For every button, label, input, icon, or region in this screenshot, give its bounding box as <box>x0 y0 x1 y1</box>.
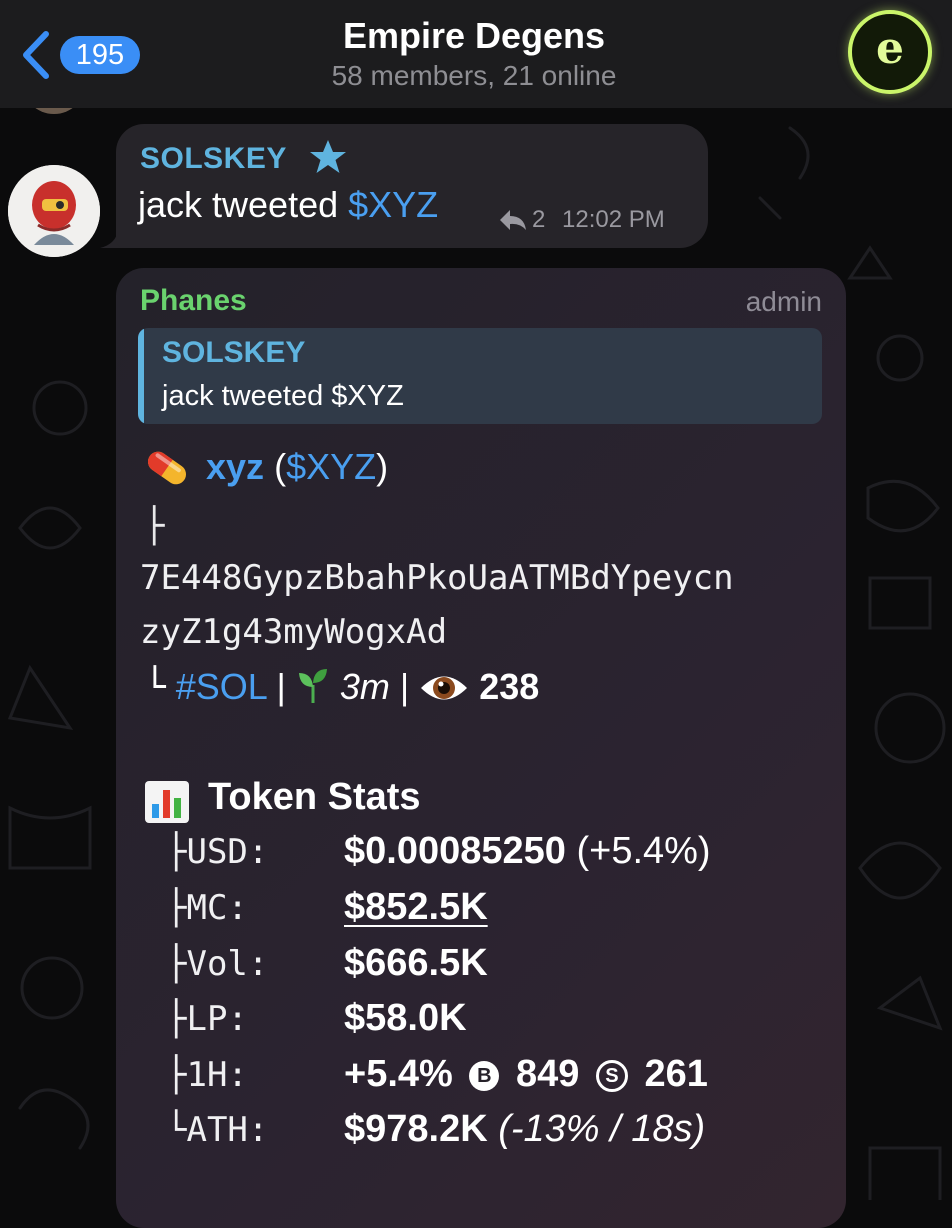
stat-vol-label: ├Vol: <box>166 944 269 984</box>
stat-mc-label: ├MC: <box>166 888 248 928</box>
token-name[interactable]: xyz <box>206 446 264 487</box>
token-paren-open: ( <box>274 446 287 487</box>
usd-price: $0.00085250 <box>344 830 566 872</box>
ath-price: $978.2K <box>344 1108 488 1150</box>
token-heading: xyz ($XYZ) <box>206 446 388 488</box>
stat-lp-label: ├LP: <box>166 999 248 1039</box>
admin-badge: admin <box>745 286 822 317</box>
message-body: jack tweeted <box>138 184 349 225</box>
chain-hashtag[interactable]: #SOL <box>176 666 267 707</box>
message-text: jack tweeted $XYZ <box>138 184 438 226</box>
sell-count: 261 <box>644 1053 708 1095</box>
chevron-left-icon <box>23 31 49 79</box>
market-cap-link[interactable]: $852.5K <box>344 886 488 928</box>
reply-quote[interactable]: SOLSKEY jack tweeted $XYZ <box>138 328 822 424</box>
cashtag-link[interactable]: $XYZ <box>348 184 438 225</box>
sender-name[interactable]: Phanes <box>140 284 247 318</box>
message-bubble[interactable]: SOLSKEY jack tweeted $XYZ 2 12:02 PM <box>116 124 708 248</box>
token-age: 3m <box>339 666 390 707</box>
quote-bar <box>138 328 144 424</box>
stat-usd-label: ├USD: <box>166 832 269 872</box>
message-bubble[interactable]: Phanes admin SOLSKEY jack tweeted $XYZ x… <box>116 268 846 1228</box>
hour-change: +5.4% <box>344 1053 453 1095</box>
ath-note: (-13% / 18s) <box>498 1108 706 1150</box>
pill-icon <box>147 451 187 485</box>
contract-address-line2[interactable]: zyZ1g43myWogxAd <box>140 612 447 652</box>
sprout-icon <box>298 669 327 703</box>
back-button[interactable]: 195 <box>14 24 154 84</box>
stat-1h-label: ├1H: <box>166 1055 248 1095</box>
token-paren-close: ) <box>376 446 389 487</box>
usd-change: (+5.4%) <box>576 830 711 872</box>
separator: | <box>276 666 286 707</box>
tree-end-branch: └ <box>144 667 166 708</box>
sell-icon: S <box>595 1060 628 1092</box>
star-icon <box>310 140 346 173</box>
chat-title-area[interactable]: Empire Degens 58 members, 21 online <box>200 14 748 94</box>
sender-name[interactable]: SOLSKEY <box>140 142 287 176</box>
stat-ath-label: └ATH: <box>166 1110 269 1150</box>
chat-subtitle: 58 members, 21 online <box>331 60 617 91</box>
reply-icon[interactable] <box>498 208 528 232</box>
token-ticker[interactable]: $XYZ <box>286 446 376 487</box>
stat-vol-value: $666.5K <box>344 942 488 984</box>
stat-usd-value: $0.00085250 (+5.4%) <box>344 830 711 873</box>
buy-icon: B <box>469 1061 500 1091</box>
stat-1h-value: +5.4% B 849 S 261 <box>344 1053 708 1096</box>
group-avatar-letter: e <box>876 23 904 74</box>
avatar-image <box>8 165 100 257</box>
stat-mc-value: $852.5K <box>344 886 488 929</box>
message-time: 12:02 PM <box>562 206 665 233</box>
stat-lp-value: $58.0K <box>344 997 467 1039</box>
quote-sender: SOLSKEY <box>162 336 306 369</box>
stats-title: Token Stats <box>208 776 421 818</box>
tree-branch: ├ <box>144 506 165 546</box>
eye-icon <box>421 676 468 700</box>
chat-header: 195 Empire Degens 58 members, 21 online … <box>0 0 952 108</box>
stat-ath-value: $978.2K (-13% / 18s) <box>344 1108 705 1151</box>
token-info-line: └ #SOL | 3m | 238 <box>144 666 539 708</box>
bar-chart-icon <box>145 781 189 823</box>
chat-title: Empire Degens <box>342 15 606 56</box>
group-avatar[interactable]: e <box>848 10 932 94</box>
sender-avatar[interactable] <box>8 165 100 257</box>
unread-count-badge: 195 <box>60 36 140 74</box>
reply-count: 2 <box>532 206 546 233</box>
contract-address-line1[interactable]: 7E448GypzBbahPkoUaATMBdYpeycn <box>140 558 734 598</box>
view-count: 238 <box>479 666 540 707</box>
buy-count: 849 <box>515 1053 580 1095</box>
separator: | <box>399 666 410 707</box>
quote-text: jack tweeted $XYZ <box>162 380 404 412</box>
